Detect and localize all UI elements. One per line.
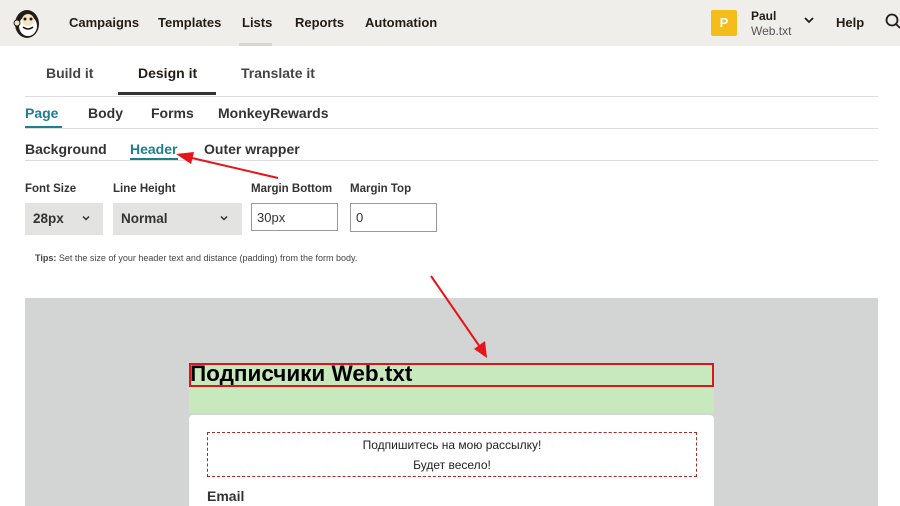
tab-design-it[interactable]: Design it bbox=[138, 65, 197, 81]
mailchimp-logo-icon[interactable] bbox=[12, 6, 42, 40]
font-size-value: 28px bbox=[33, 211, 64, 226]
nav-automation[interactable]: Automation bbox=[365, 15, 437, 30]
intro-line-2: Будет весело! bbox=[413, 458, 491, 472]
email-field-label: Email bbox=[207, 488, 245, 504]
user-name[interactable]: Paul bbox=[751, 9, 776, 23]
tab-translate-it[interactable]: Translate it bbox=[241, 65, 315, 81]
nav-active-indicator bbox=[239, 43, 272, 46]
tab-header[interactable]: Header bbox=[130, 141, 177, 157]
tab-page[interactable]: Page bbox=[25, 105, 58, 121]
avatar[interactable]: P bbox=[711, 10, 737, 36]
user-account[interactable]: Web.txt bbox=[751, 24, 791, 38]
chevron-down-icon[interactable] bbox=[803, 14, 815, 26]
chevron-down-icon bbox=[220, 215, 228, 221]
tab-build-it[interactable]: Build it bbox=[46, 65, 93, 81]
tips-label: Tips: bbox=[35, 253, 57, 263]
font-size-select[interactable]: 28px bbox=[25, 203, 103, 235]
tab-background[interactable]: Background bbox=[25, 141, 107, 157]
margin-bottom-label: Margin Bottom bbox=[251, 183, 333, 195]
tab-forms[interactable]: Forms bbox=[151, 105, 194, 121]
chevron-down-icon bbox=[82, 215, 90, 221]
tab-divider bbox=[25, 128, 878, 129]
tab-active-underline bbox=[118, 92, 216, 95]
font-size-label: Font Size bbox=[25, 183, 77, 195]
tab-body[interactable]: Body bbox=[88, 105, 123, 121]
form-intro-box: Подпишитесь на мою рассылку! Будет весел… bbox=[207, 432, 697, 477]
line-height-value: Normal bbox=[121, 211, 168, 226]
header-highlight-box bbox=[189, 363, 714, 387]
help-link[interactable]: Help bbox=[836, 15, 864, 30]
tab-divider bbox=[25, 96, 878, 97]
top-navigation: Campaigns Templates Lists Reports Automa… bbox=[0, 0, 900, 46]
tab-monkeyrewards[interactable]: MonkeyRewards bbox=[218, 105, 328, 121]
margin-top-input[interactable] bbox=[350, 203, 437, 232]
nav-lists[interactable]: Lists bbox=[242, 15, 272, 30]
nav-campaigns[interactable]: Campaigns bbox=[69, 15, 139, 30]
nav-templates[interactable]: Templates bbox=[158, 15, 221, 30]
tab-outer-wrapper[interactable]: Outer wrapper bbox=[204, 141, 300, 157]
tab-divider bbox=[25, 160, 878, 161]
tips-text: Tips: Set the size of your header text a… bbox=[35, 253, 357, 263]
margin-top-label: Margin Top bbox=[350, 183, 412, 195]
tips-body: Set the size of your header text and dis… bbox=[58, 253, 358, 263]
intro-line-1: Подпишитесь на мою рассылку! bbox=[362, 438, 542, 452]
line-height-select[interactable]: Normal bbox=[113, 203, 242, 235]
margin-bottom-input[interactable] bbox=[251, 203, 338, 231]
line-height-label: Line Height bbox=[113, 183, 176, 195]
search-icon[interactable] bbox=[885, 13, 900, 29]
nav-reports[interactable]: Reports bbox=[295, 15, 344, 30]
